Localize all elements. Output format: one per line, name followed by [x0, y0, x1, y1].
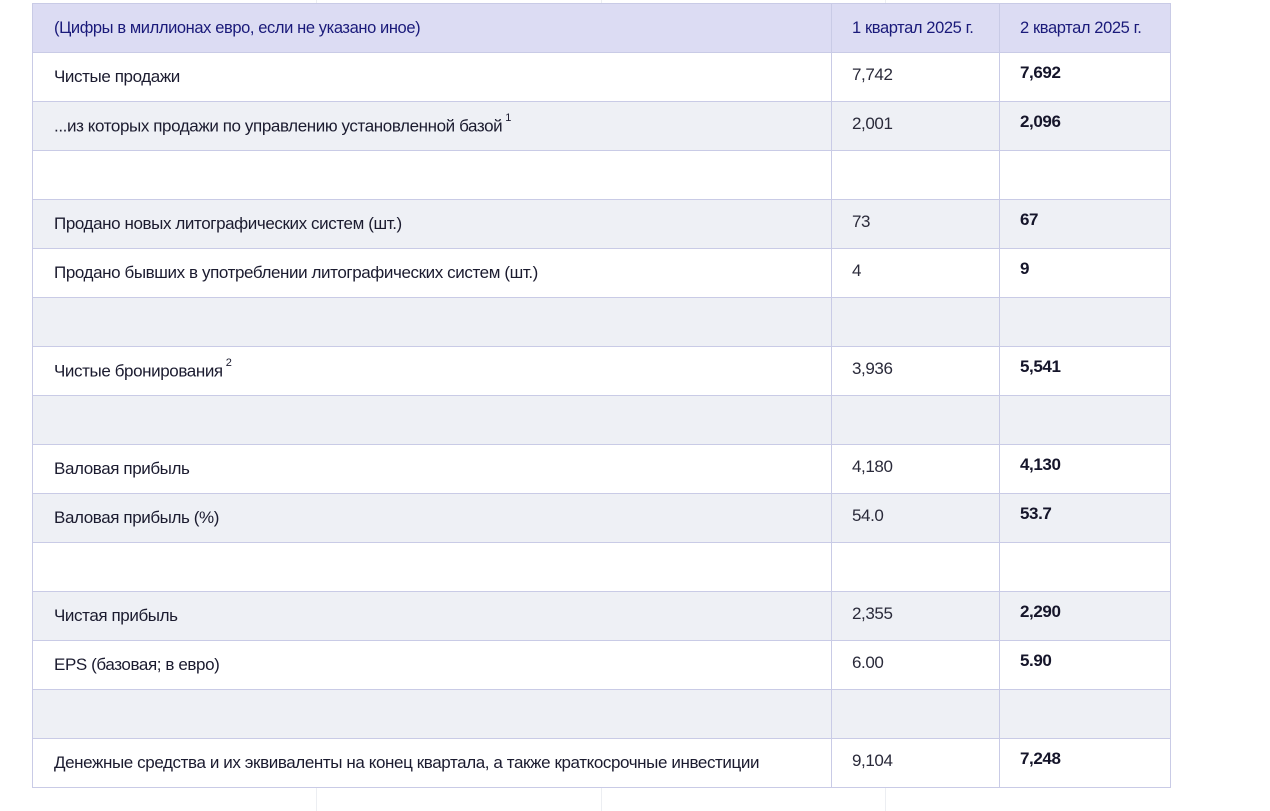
- row-q1-value: 7,742: [831, 52, 1000, 102]
- row-label: [32, 150, 832, 200]
- table-header-row: (Цифры в миллионах евро, если не указано…: [32, 3, 1171, 53]
- row-label: [32, 689, 832, 739]
- row-q1-value: 54.0: [831, 493, 1000, 543]
- row-label: Продано бывших в употреблении литографич…: [32, 248, 832, 298]
- row-q1-value: 4: [831, 248, 1000, 298]
- row-q2-value: 67: [999, 199, 1171, 249]
- row-q1-value: 2,001: [831, 101, 1000, 151]
- row-label: [32, 297, 832, 347]
- row-q1-value: 2,355: [831, 591, 1000, 641]
- header-q1-2025: 1 квартал 2025 г.: [831, 3, 1000, 53]
- table-row: EPS (базовая; в евро) 6.00 5.90: [32, 640, 1171, 690]
- row-q2-value: [999, 395, 1171, 445]
- financial-results-table: (Цифры в миллионах евро, если не указано…: [32, 3, 1171, 788]
- row-q1-value: [831, 542, 1000, 592]
- row-q1-value: 3,936: [831, 346, 1000, 396]
- page: (Цифры в миллионах евро, если не указано…: [0, 0, 1270, 811]
- row-q2-value: 7,248: [999, 738, 1171, 788]
- header-units-note: (Цифры в миллионах евро, если не указано…: [32, 3, 832, 53]
- row-label: Чистые продажи: [32, 52, 832, 102]
- row-q2-value: 2,290: [999, 591, 1171, 641]
- row-q1-value: [831, 150, 1000, 200]
- table-row-spacer: [32, 542, 1171, 592]
- row-q2-value: 53.7: [999, 493, 1171, 543]
- row-q1-value: 6.00: [831, 640, 1000, 690]
- header-q2-2025: 2 квартал 2025 г.: [999, 3, 1171, 53]
- table-row: Чистая прибыль 2,355 2,290: [32, 591, 1171, 641]
- row-q2-value: 7,692: [999, 52, 1171, 102]
- row-label: [32, 542, 832, 592]
- row-q1-value: [831, 297, 1000, 347]
- row-label: Валовая прибыль: [32, 444, 832, 494]
- row-q1-value: 9,104: [831, 738, 1000, 788]
- row-q2-value: 5,541: [999, 346, 1171, 396]
- row-q2-value: [999, 297, 1171, 347]
- table-row: Продано бывших в употреблении литографич…: [32, 248, 1171, 298]
- row-q1-value: 73: [831, 199, 1000, 249]
- table-row: Валовая прибыль (%) 54.0 53.7: [32, 493, 1171, 543]
- table-row: Чистые бронирования 2 3,936 5,541: [32, 346, 1171, 396]
- table-row-spacer: [32, 297, 1171, 347]
- table-row-spacer: [32, 689, 1171, 739]
- row-q2-value: [999, 689, 1171, 739]
- row-q2-value: [999, 542, 1171, 592]
- table-row-spacer: [32, 150, 1171, 200]
- row-q2-value: [999, 150, 1171, 200]
- footnote-marker: 1: [505, 111, 511, 124]
- row-label: Валовая прибыль (%): [32, 493, 832, 543]
- row-label: Денежные средства и их эквиваленты на ко…: [32, 738, 832, 788]
- table-row: Денежные средства и их эквиваленты на ко…: [32, 738, 1171, 788]
- row-label: ...из которых продажи по управлению уста…: [32, 101, 832, 151]
- table-row: Продано новых литографических систем (шт…: [32, 199, 1171, 249]
- row-q2-value: 5.90: [999, 640, 1171, 690]
- row-q2-value: 4,130: [999, 444, 1171, 494]
- row-q1-value: [831, 689, 1000, 739]
- row-label: Чистая прибыль: [32, 591, 832, 641]
- row-label: [32, 395, 832, 445]
- footnote-marker: 2: [225, 356, 232, 369]
- row-q2-value: 9: [999, 248, 1171, 298]
- table-row-spacer: [32, 395, 1171, 445]
- row-label: Чистые бронирования 2: [32, 346, 832, 396]
- table-row: Чистые продажи 7,742 7,692: [32, 52, 1171, 102]
- row-label: EPS (базовая; в евро): [32, 640, 832, 690]
- row-q2-value: 2,096: [999, 101, 1171, 151]
- table-row: Валовая прибыль 4,180 4,130: [32, 444, 1171, 494]
- row-q1-value: [831, 395, 1000, 445]
- row-label: Продано новых литографических систем (шт…: [32, 199, 832, 249]
- table-row: ...из которых продажи по управлению уста…: [32, 101, 1171, 151]
- row-q1-value: 4,180: [831, 444, 1000, 494]
